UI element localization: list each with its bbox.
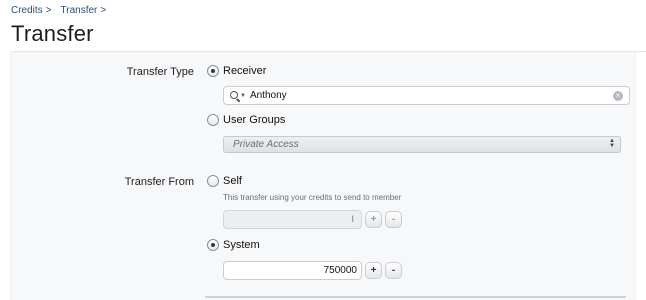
page-title: Transfer — [11, 21, 94, 46]
self-option[interactable]: Self — [207, 175, 242, 187]
self-amount-input[interactable]: I — [223, 210, 362, 229]
transfer-type-label: Transfer Type — [126, 66, 194, 78]
system-increment-button[interactable]: + — [365, 262, 382, 279]
breadcrumb-transfer[interactable]: Transfer > — [61, 5, 107, 16]
section-divider — [205, 296, 626, 298]
user-groups-option[interactable]: User Groups — [207, 114, 285, 126]
breadcrumb-separator: > — [100, 5, 107, 16]
breadcrumb-separator: > — [45, 5, 52, 16]
self-increment-button[interactable]: + — [365, 211, 382, 228]
text-cursor-icon: I — [351, 214, 354, 224]
system-option-label[interactable]: System — [223, 239, 260, 251]
system-option[interactable]: System — [207, 239, 260, 251]
user-groups-select[interactable]: Private Access ▲ ▼ — [223, 136, 621, 153]
transfer-from-label: Transfer From — [124, 176, 194, 188]
breadcrumb: Credits > Transfer > — [11, 5, 115, 16]
system-amount-input[interactable]: 750000 — [223, 261, 362, 280]
search-icon — [230, 90, 244, 101]
receiver-search-value[interactable]: Anthony — [250, 90, 287, 101]
user-groups-selected-value[interactable]: Private Access — [233, 139, 299, 150]
self-help-text: This transfer using your credits to send… — [223, 193, 402, 202]
breadcrumb-credits-label[interactable]: Credits — [11, 5, 43, 16]
system-radio[interactable] — [207, 239, 219, 251]
receiver-option[interactable]: Receiver — [207, 65, 266, 77]
receiver-option-label[interactable]: Receiver — [223, 65, 266, 77]
updown-arrows-icon: ▲ ▼ — [609, 138, 615, 149]
user-groups-radio[interactable] — [207, 114, 219, 126]
receiver-search-input[interactable]: ▼ Anthony × — [223, 86, 630, 105]
self-decrement-button[interactable]: - — [385, 211, 402, 228]
clear-icon[interactable]: × — [613, 91, 623, 101]
self-option-label[interactable]: Self — [223, 175, 242, 187]
breadcrumb-credits[interactable]: Credits > — [11, 5, 52, 16]
self-radio[interactable] — [207, 175, 219, 187]
system-amount-value[interactable]: 750000 — [324, 265, 357, 276]
user-groups-option-label[interactable]: User Groups — [223, 114, 285, 126]
receiver-radio[interactable] — [207, 65, 219, 77]
system-decrement-button[interactable]: - — [385, 262, 402, 279]
breadcrumb-transfer-label[interactable]: Transfer — [61, 5, 98, 16]
